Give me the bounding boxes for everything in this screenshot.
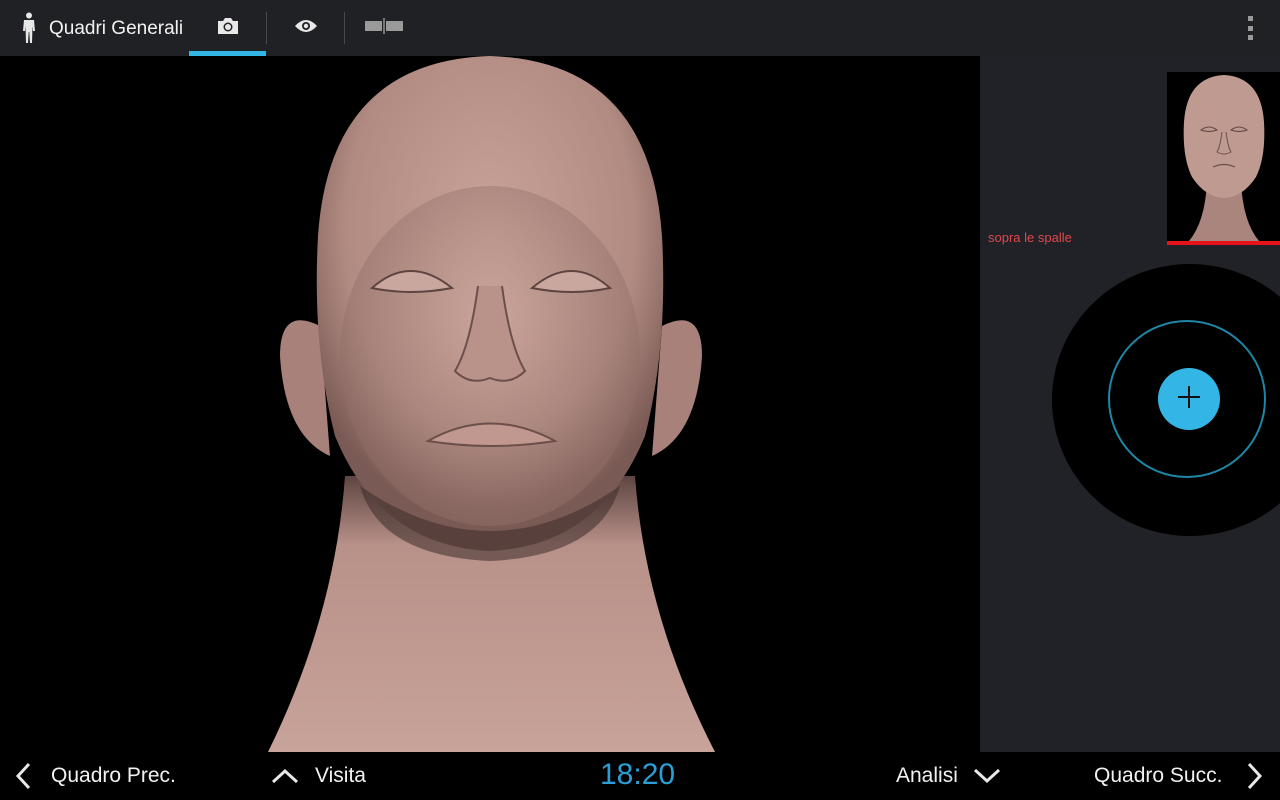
joystick-knob[interactable] [1158,368,1220,430]
tab-camera[interactable] [189,0,266,56]
chevron-up-icon [270,766,300,786]
next-frame-label: Quadro Succ. [1094,764,1223,787]
thumbnail-selection-bar [1167,241,1280,245]
camera-icon [216,16,240,41]
action-bar: Quadri Generali [0,0,1280,56]
visita-button[interactable]: Visita [270,752,366,800]
plus-icon [1177,385,1201,414]
visita-label: Visita [315,764,366,787]
chevron-left-icon [12,762,36,790]
side-panel: sopra le spalle [980,56,1280,752]
bottom-navigation-bar: Quadro Prec. Visita 18:20 Analisi Quadro… [0,752,1280,800]
head-thumbnail-image [1183,75,1265,241]
view-thumbnail[interactable] [1167,72,1280,241]
more-vert-icon[interactable] [1238,14,1262,42]
tab-view[interactable] [268,0,343,56]
analisi-button[interactable]: Analisi [896,752,1002,800]
next-frame-button[interactable]: Quadro Succ. [1094,752,1266,800]
analisi-label: Analisi [896,764,958,787]
chevron-right-icon [1242,762,1266,790]
previous-frame-button[interactable]: Quadro Prec. [12,752,176,800]
view-caption: sopra le spalle [988,230,1072,245]
head-model-image [268,56,715,752]
previous-frame-label: Quadro Prec. [51,764,176,787]
split-view-icon [364,17,404,39]
app-title[interactable]: Quadri Generali [49,18,183,40]
person-icon[interactable] [20,12,38,44]
tab-divider [266,12,267,44]
clock: 18:20 [600,758,676,791]
tab-compare[interactable] [345,0,423,56]
chevron-down-icon [972,766,1002,786]
3d-model-viewport[interactable] [0,56,980,752]
eye-icon [294,18,318,39]
